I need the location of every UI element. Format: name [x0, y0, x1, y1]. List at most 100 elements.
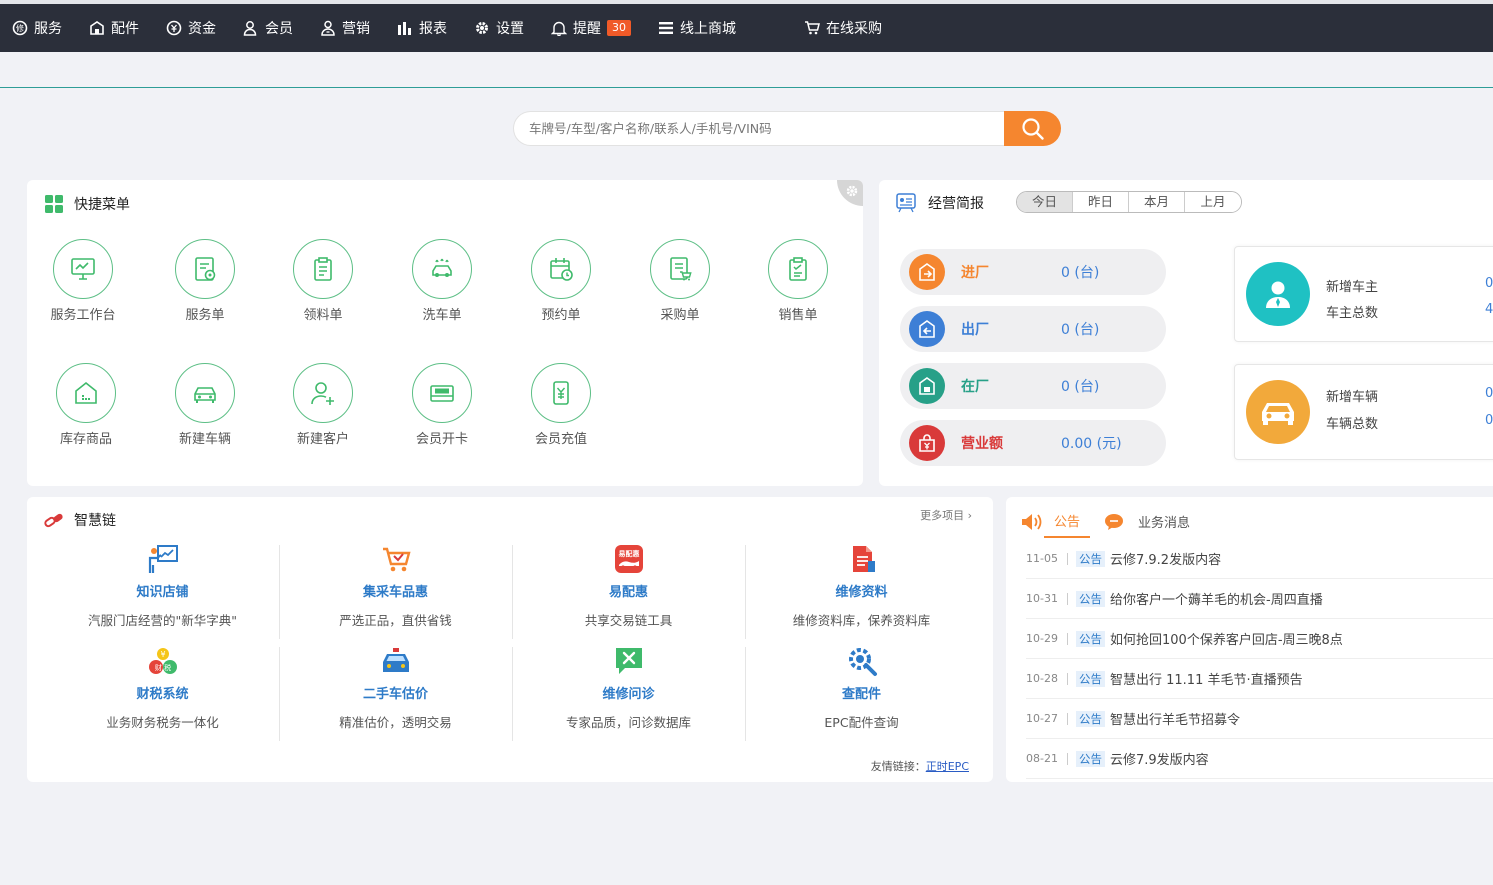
- wisdom-item-parts-lookup[interactable]: 查配件 EPC配件查询: [745, 645, 978, 731]
- nav-item-marketing[interactable]: 营销: [320, 18, 370, 38]
- nav-item-online-mall[interactable]: 线上商城: [658, 18, 736, 38]
- stat-row-exit[interactable]: 出厂 0 (台): [900, 306, 1166, 352]
- repair-chat-icon: [615, 648, 642, 674]
- quick-menu-label: 销售单: [778, 308, 818, 323]
- report-board-icon: [896, 193, 916, 213]
- quick-menu-item-new-customer[interactable]: 新建客户: [273, 363, 373, 447]
- cart-icon: [805, 21, 820, 35]
- sub-bar: [0, 52, 1493, 88]
- search-button[interactable]: [1004, 111, 1061, 146]
- nav-item-money[interactable]: 资金: [166, 18, 216, 38]
- remind-count-badge: 30: [607, 20, 631, 36]
- stat-row-revenue[interactable]: 营业额 0.00 (元): [900, 420, 1166, 466]
- quick-menu-label: 新建客户: [296, 432, 349, 447]
- notice-row[interactable]: 10-31 公告 给你客户一个薅羊毛的机会-周四直播: [1026, 579, 1493, 619]
- quick-menu-item-purchase-order[interactable]: 采购单: [630, 239, 730, 323]
- wisdom-item-repair-docs[interactable]: 维修资料 维修资料库，保养资料库: [745, 543, 978, 629]
- more-projects-link[interactable]: 更多项目 ›: [920, 507, 972, 523]
- nav-item-service[interactable]: 修 服务: [12, 18, 62, 38]
- quick-menu-item-car-wash[interactable]: 洗车单: [392, 239, 492, 323]
- yipeihui-logo-text: 易配惠: [618, 549, 639, 558]
- wisdom-item-desc: 汽服门店经营的"新华字典": [88, 613, 237, 628]
- car-wash-icon: [432, 258, 452, 277]
- search-icon: [1021, 117, 1044, 140]
- wisdom-item-knowledge-store[interactable]: 知识店铺 汽服门店经营的"新华字典": [46, 543, 279, 629]
- wisdom-item-yipeihui[interactable]: 易配惠 易配惠 共享交易链工具: [512, 543, 745, 629]
- tab-last-month[interactable]: 上月: [1185, 192, 1241, 212]
- stat-row-enter[interactable]: 进厂 0 (台): [900, 249, 1166, 295]
- notice-date: 10-27: [1026, 712, 1068, 725]
- notice-date: 10-29: [1026, 632, 1068, 645]
- notice-row[interactable]: 10-27 公告 智慧出行羊毛节招募令: [1026, 699, 1493, 739]
- quick-menu-item-member-card[interactable]: 会员开卡: [392, 363, 492, 447]
- nav-item-settings[interactable]: 设置: [474, 18, 524, 38]
- purchase-order-icon: [670, 257, 692, 281]
- wisdom-item-desc: 共享交易链工具: [584, 613, 673, 628]
- stat-label: 进厂: [961, 265, 989, 281]
- nav-item-online-purchase[interactable]: 在线采购: [804, 18, 882, 38]
- speaker-icon: [1022, 513, 1042, 530]
- notice-row[interactable]: 10-29 公告 如何抢回100个保养客户回店-周三晚8点: [1026, 619, 1493, 659]
- tab-yesterday[interactable]: 昨日: [1073, 192, 1129, 212]
- grid-icon: [45, 195, 63, 213]
- quick-menu-label: 领料单: [303, 308, 343, 323]
- nav-item-remind[interactable]: 提醒 30: [551, 18, 631, 38]
- quick-menu-label: 采购单: [660, 308, 700, 323]
- warehouse-icon: [75, 381, 97, 404]
- member-card-icon: [430, 385, 454, 402]
- wisdom-item-title: 集采车品惠: [362, 585, 428, 600]
- quick-menu-item-picking-order[interactable]: 领料单: [273, 239, 373, 323]
- notice-tag: 公告: [1076, 670, 1105, 687]
- teacher-board-icon: [148, 545, 178, 573]
- revenue-icon: [919, 434, 935, 452]
- nav-label: 资金: [188, 21, 216, 37]
- wisdom-item-tax-system[interactable]: ¥ 财 税 财税系统 业务财务税务一体化: [46, 645, 279, 731]
- notice-row[interactable]: 11-05 公告 云修7.9.2发版内容: [1026, 539, 1493, 579]
- owner-total-label: 车主总数: [1326, 306, 1379, 321]
- friend-links-label: 友情链接：: [870, 760, 926, 773]
- tab-announcements[interactable]: 公告: [1044, 511, 1091, 538]
- notice-tag: 公告: [1076, 750, 1105, 767]
- stat-label: 出厂: [961, 322, 989, 338]
- wisdom-item-used-car[interactable]: 二手车估价 精准估价，透明交易: [279, 645, 512, 731]
- stat-row-in-shop[interactable]: 在厂 0 (台): [900, 363, 1166, 409]
- nav-item-report[interactable]: 报表: [397, 18, 447, 38]
- tab-business-messages[interactable]: 业务消息: [1104, 512, 1190, 531]
- nav-item-member[interactable]: 会员: [243, 18, 293, 38]
- quick-menu-item-service-order[interactable]: 服务单: [155, 239, 255, 323]
- search-bar: [513, 111, 1061, 146]
- friend-link-epc[interactable]: 正时EPC: [926, 760, 969, 773]
- wisdom-item-group-buy[interactable]: 集采车品惠 严选正品，直供省钱: [279, 543, 512, 629]
- quick-menu-item-member-recharge[interactable]: 会员充值: [511, 363, 611, 447]
- service-order-icon: [195, 257, 216, 281]
- summary-vehicles[interactable]: 新增车辆 车辆总数 0 0: [1234, 364, 1493, 460]
- tab-announcements-label: 公告: [1054, 515, 1081, 530]
- quick-menu-item-service-desk[interactable]: 服务工作台: [33, 239, 133, 323]
- quick-menu-item-appointment[interactable]: 预约单: [511, 239, 611, 323]
- nav-item-parts[interactable]: 配件: [89, 18, 139, 38]
- search-input[interactable]: [513, 111, 1004, 146]
- wisdom-item-repair-consult[interactable]: 维修问诊 专家品质，问诊数据库: [512, 645, 745, 731]
- quick-menu-item-sales-order[interactable]: 销售单: [748, 239, 848, 323]
- vehicle-icon: [1262, 403, 1294, 425]
- notice-text: 给你客户一个薅羊毛的机会-周四直播: [1110, 593, 1323, 608]
- business-report-card: 经营简报 今日 昨日 本月 上月 进厂 0 (台) 出厂 0 (台) 在厂 0 …: [879, 180, 1493, 486]
- quick-menu-label: 服务单: [185, 308, 225, 323]
- tab-today[interactable]: 今日: [1017, 192, 1073, 212]
- quick-menu-item-inventory[interactable]: 库存商品: [36, 363, 136, 447]
- wisdom-item-title: 财税系统: [136, 687, 189, 702]
- quick-menu-label: 库存商品: [59, 432, 112, 447]
- bell-icon: [551, 21, 567, 36]
- tab-this-month[interactable]: 本月: [1129, 192, 1185, 212]
- quick-menu-label: 洗车单: [422, 308, 462, 323]
- calendar-icon: [550, 258, 573, 281]
- notice-row[interactable]: 08-21 公告 云修7.9发版内容: [1026, 739, 1493, 779]
- wisdom-item-title: 二手车估价: [362, 687, 428, 702]
- quick-menu-item-new-vehicle[interactable]: 新建车辆: [155, 363, 255, 447]
- wisdom-item-desc: 业务财务税务一体化: [106, 715, 219, 730]
- card-settings-button[interactable]: [837, 180, 863, 206]
- quick-menu-label: 服务工作台: [50, 308, 116, 323]
- notice-date: 10-28: [1026, 672, 1068, 685]
- notice-row[interactable]: 10-28 公告 智慧出行 11.11 羊毛节·直播预告: [1026, 659, 1493, 699]
- summary-owners[interactable]: 新增车主 车主总数 0 40: [1234, 246, 1493, 342]
